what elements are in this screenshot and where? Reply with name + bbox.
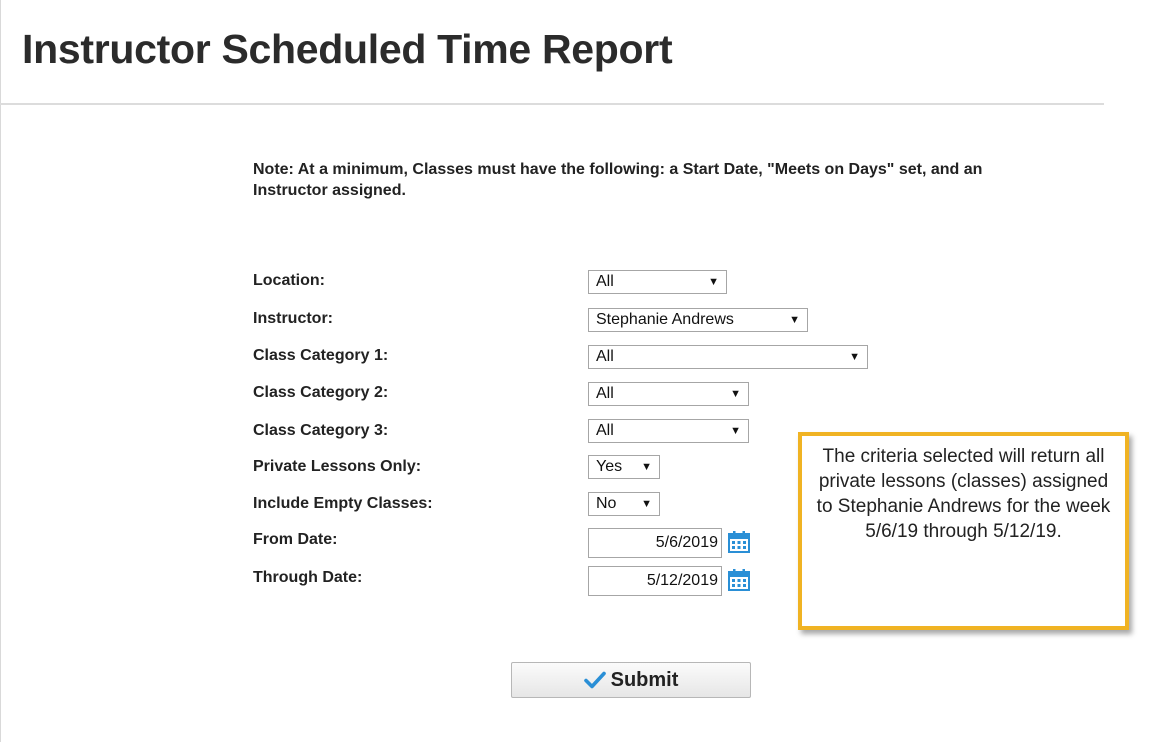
class-category-1-select[interactable]: All ▼ [588, 345, 868, 369]
page-title: Instructor Scheduled Time Report [22, 26, 673, 72]
class-category-3-label: Class Category 3: [253, 422, 389, 439]
instructor-select-value: Stephanie Andrews [596, 311, 734, 328]
from-date-label: From Date: [253, 531, 338, 548]
location-select[interactable]: All ▼ [588, 270, 727, 294]
class-category-3-select[interactable]: All ▼ [588, 419, 749, 443]
from-date-input[interactable]: 5/6/2019 [588, 528, 722, 558]
class-category-2-value: All [596, 385, 614, 402]
annotation-callout-text: The criteria selected will return all pr… [816, 446, 1111, 542]
calendar-icon[interactable] [727, 530, 751, 554]
include-empty-classes-label: Include Empty Classes: [253, 495, 433, 512]
chevron-down-icon: ▼ [641, 461, 652, 473]
private-lessons-only-select[interactable]: Yes ▼ [588, 455, 660, 479]
location-select-value: All [596, 273, 614, 290]
chevron-down-icon: ▼ [730, 425, 741, 437]
instructor-select[interactable]: Stephanie Andrews ▼ [588, 308, 808, 332]
checkmark-icon [583, 671, 606, 689]
instructor-label: Instructor: [253, 310, 333, 327]
through-date-label: Through Date: [253, 569, 363, 586]
class-category-2-label: Class Category 2: [253, 384, 389, 401]
include-empty-classes-value: No [596, 495, 617, 512]
calendar-icon[interactable] [727, 568, 751, 592]
submit-button-label: Submit [610, 668, 679, 691]
header-divider [0, 103, 1104, 105]
class-category-3-value: All [596, 422, 614, 439]
private-lessons-only-value: Yes [596, 458, 623, 475]
chevron-down-icon: ▼ [730, 388, 741, 400]
page-left-border [0, 0, 1, 742]
class-category-1-label: Class Category 1: [253, 347, 389, 364]
include-empty-classes-select[interactable]: No ▼ [588, 492, 660, 516]
chevron-down-icon: ▼ [849, 351, 860, 363]
through-date-input[interactable]: 5/12/2019 [588, 566, 722, 596]
annotation-callout: The criteria selected will return all pr… [798, 432, 1129, 630]
class-category-1-value: All [596, 348, 614, 365]
class-category-2-select[interactable]: All ▼ [588, 382, 749, 406]
requirements-note: Note: At a minimum, Classes must have th… [253, 161, 983, 199]
chevron-down-icon: ▼ [641, 498, 652, 510]
location-label: Location: [253, 272, 325, 289]
submit-button[interactable]: Submit [511, 662, 751, 698]
chevron-down-icon: ▼ [789, 314, 800, 326]
private-lessons-only-label: Private Lessons Only: [253, 458, 422, 475]
chevron-down-icon: ▼ [708, 276, 719, 288]
